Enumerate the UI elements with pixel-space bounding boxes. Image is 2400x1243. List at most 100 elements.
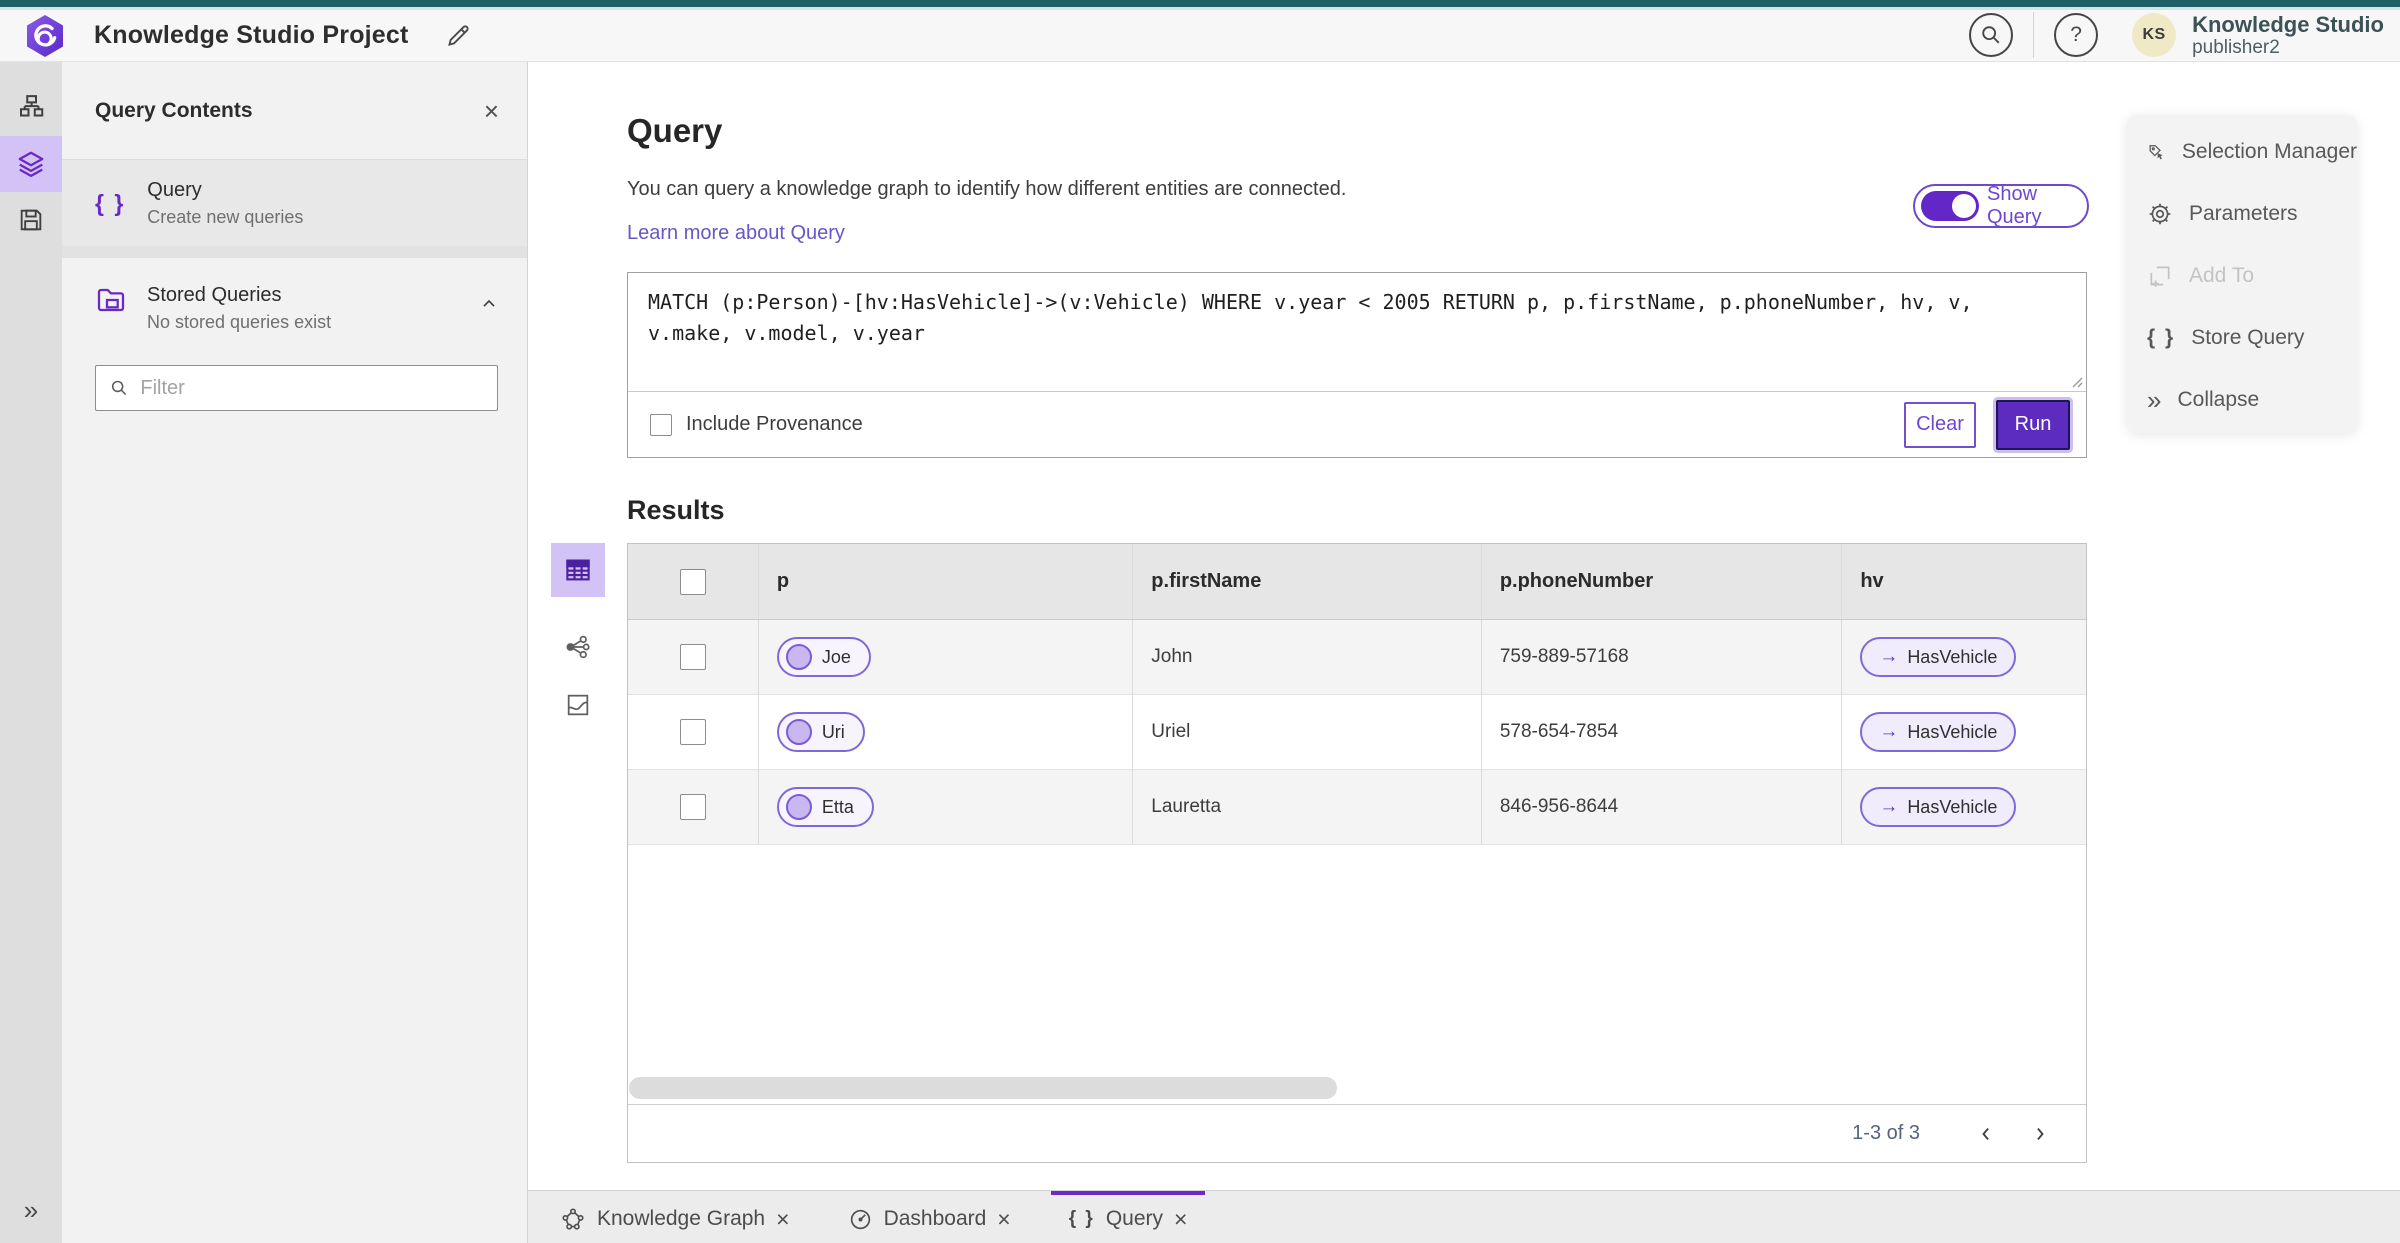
collapse-stored-queries-button[interactable] [479,294,499,314]
cell-phonenumber: 846-956-8644 [1499,796,1619,817]
panel-separator [62,246,527,258]
left-nav-rail: » [0,62,62,1243]
row-checkbox[interactable] [679,644,706,670]
tab-query[interactable]: { } Query × [1050,1191,1206,1243]
panel-header: Query Contents × [62,62,527,160]
tab-dashboard[interactable]: Dashboard × [830,1191,1029,1243]
stored-queries-sublabel: No stored queries exist [147,312,332,332]
braces-icon: { } [2147,326,2176,349]
arrow-right-icon: → [1879,796,1899,817]
person-node-chip[interactable]: Uri [776,712,865,752]
node-dot-icon [785,719,812,745]
map-view-button[interactable] [551,683,605,727]
column-header-hv: hv [1860,570,1884,592]
chevron-right-icon [2037,1127,2044,1140]
query-editor-box: MATCH (p:Person)-[hv:HasVehicle]->(v:Veh… [627,272,2087,458]
column-header-phonenumber: p.phoneNumber [1499,570,1654,592]
results-view-switcher [551,543,605,727]
close-tab-icon[interactable]: × [1174,1207,1187,1231]
user-name: Knowledge Studio [2192,11,2384,37]
tab-knowledge-graph[interactable]: Knowledge Graph × [542,1191,808,1243]
learn-more-link[interactable]: Learn more about Query [627,222,845,245]
query-item-sublabel: Create new queries [147,206,304,227]
query-section-title: Query [627,112,723,149]
cell-firstname: Uriel [1151,721,1191,742]
row-checkbox[interactable] [679,794,706,820]
person-node-chip[interactable]: Joe [776,637,871,677]
edge-chip[interactable]: → HasVehicle [1860,712,2017,752]
header-divider [2033,12,2035,59]
table-empty-area [628,845,2086,1104]
project-title: Knowledge Studio Project [94,21,409,49]
person-node-chip[interactable]: Etta [776,787,874,827]
search-button[interactable] [1969,13,2014,58]
map-view-icon [567,694,589,716]
cell-firstname: John [1151,646,1193,667]
clear-button[interactable]: Clear [1904,401,1976,448]
edge-chip[interactable]: → HasVehicle [1860,637,2017,677]
nav-save[interactable] [0,192,62,248]
cell-phonenumber: 759-889-57168 [1499,646,1629,667]
help-button[interactable]: ? [2054,13,2099,58]
table-view-button[interactable] [551,543,605,597]
filter-box [95,365,498,411]
action-parameters[interactable]: Parameters [2127,183,2357,245]
include-provenance-label: Include Provenance [686,413,863,435]
query-contents-item-query[interactable]: { } Query Create new queries [62,160,527,246]
nav-knowledge-graph[interactable] [0,80,62,136]
column-header-p: p [776,570,790,592]
query-description: You can query a knowledge graph to ident… [627,178,1347,200]
query-textarea[interactable]: MATCH (p:Person)-[hv:HasVehicle]->(v:Veh… [628,273,2086,391]
avatar[interactable]: KS [2132,13,2177,58]
folder-icon [97,288,125,312]
filter-input[interactable] [140,376,483,400]
show-query-toggle[interactable]: Show Query [1913,183,2089,228]
table-icon [566,559,590,581]
user-role: publisher2 [2192,37,2280,59]
braces-icon: { } [1068,1208,1095,1229]
action-store-query[interactable]: { } Store Query [2127,307,2357,369]
app-header: Knowledge Studio Project ? KS Knowledge … [0,10,2400,62]
node-dot-icon [785,794,812,820]
action-selection-manager[interactable]: Selection Manager [2127,121,2357,183]
row-checkbox[interactable] [679,719,706,745]
arrow-right-icon: → [1879,721,1899,742]
expand-rail-button[interactable]: » [0,1187,62,1233]
panel-title: Query Contents [95,98,253,122]
user-info[interactable]: Knowledge Studio publisher2 [2192,12,2384,59]
results-table: p p.firstName p.phoneNumber hv Joe John … [627,543,2087,1163]
close-tab-icon[interactable]: × [997,1207,1010,1231]
arrow-right-icon: → [1879,646,1899,667]
stored-queries-section[interactable]: Stored Queries No stored queries exist [62,258,527,353]
top-accent-stripe [0,0,2400,7]
query-contents-panel: Query Contents × { } Query Create new qu… [62,62,528,1243]
run-button[interactable]: Run [1996,399,2070,450]
nav-query-layers[interactable] [0,136,62,192]
edge-chip[interactable]: → HasVehicle [1860,787,2017,827]
graph-view-button[interactable] [551,625,605,669]
resize-handle[interactable] [2069,374,2083,388]
query-editor-footer: Include Provenance Clear Run [628,391,2086,457]
graph-view-icon [566,635,590,659]
next-page-button[interactable] [2020,1114,2060,1154]
previous-page-button[interactable] [1966,1114,2006,1154]
chevron-left-icon [1982,1127,1989,1140]
close-panel-icon[interactable]: × [484,98,499,124]
layers-icon [18,151,44,177]
cell-phonenumber: 578-654-7854 [1499,721,1619,742]
edit-project-title-icon[interactable] [445,22,472,49]
double-chevron-icon: » [2147,384,2162,415]
node-dot-icon [785,644,812,670]
action-collapse[interactable]: » Collapse [2127,369,2357,431]
include-provenance-checkbox[interactable] [650,413,672,436]
cell-firstname: Lauretta [1151,796,1222,817]
close-tab-icon[interactable]: × [776,1207,789,1231]
horizontal-scrollbar-thumb[interactable] [629,1077,1337,1099]
braces-icon: { } [95,189,126,216]
app-logo-icon [27,14,63,57]
select-all-checkbox[interactable] [679,568,706,595]
header-right-group: ? KS Knowledge Studio publisher2 [1969,12,2400,59]
results-title: Results [627,495,725,525]
table-row: Uri Uriel 578-654-7854 → HasVehicle [628,695,2086,770]
question-icon: ? [2070,23,2082,47]
